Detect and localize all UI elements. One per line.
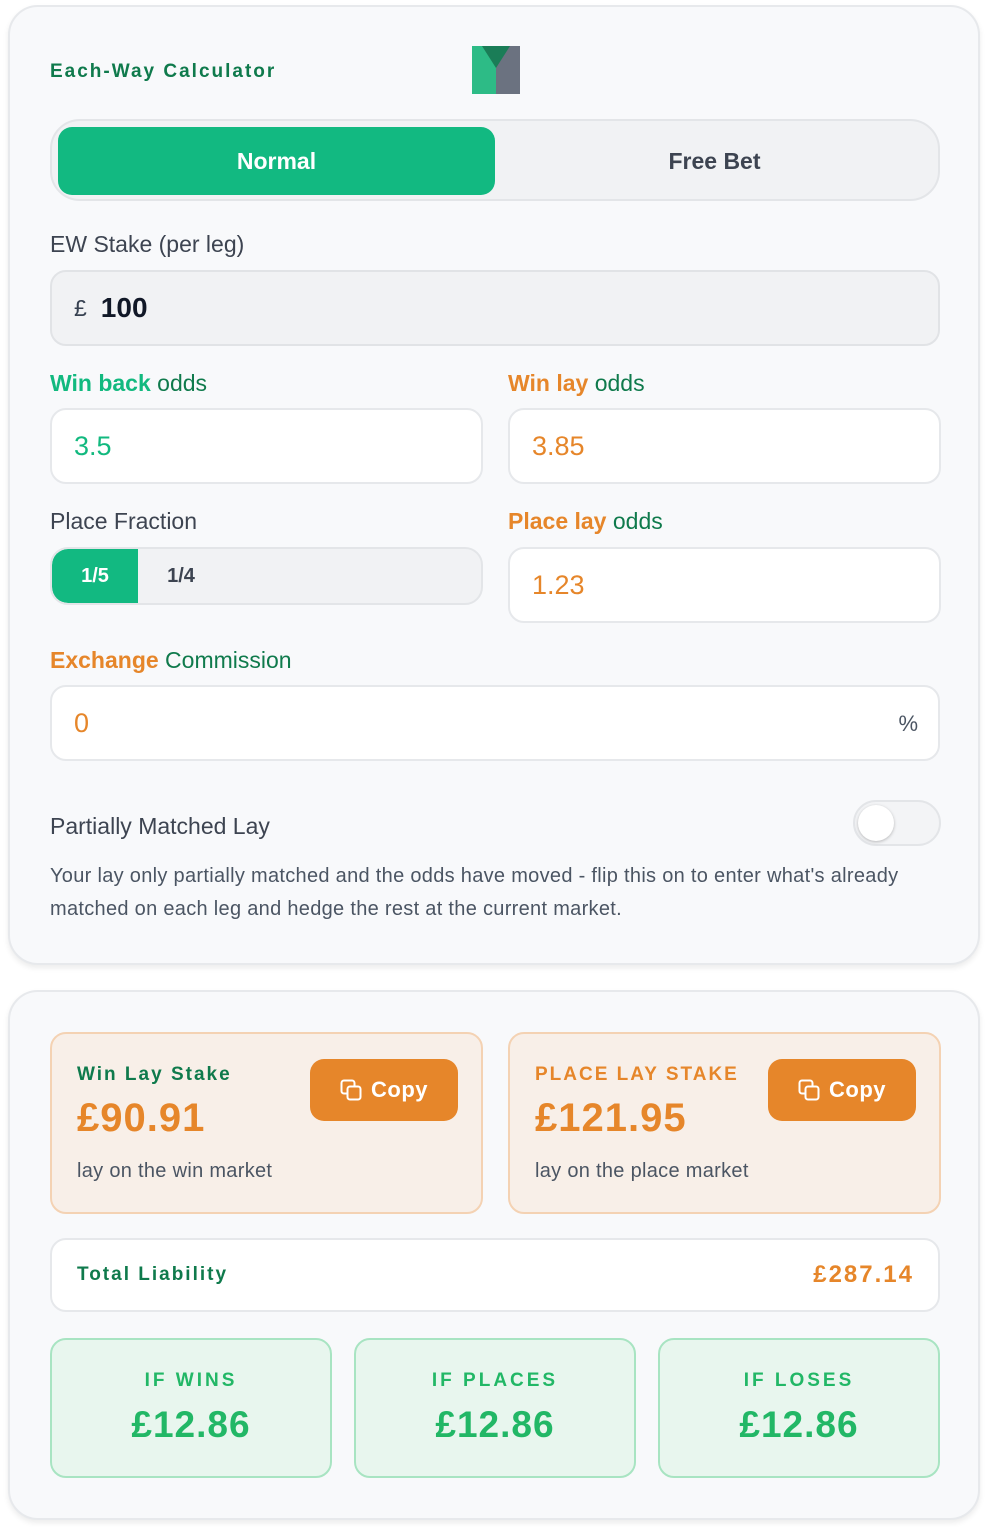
percent-unit: % — [898, 711, 918, 736]
currency-symbol: £ — [74, 294, 87, 321]
place-lay-odds-value: 1.23 — [532, 569, 585, 600]
tab-free-bet[interactable]: Free Bet — [496, 127, 933, 195]
place-lay-stake-amount: £121.95 — [535, 1096, 687, 1140]
win-lay-stake-card: Win Lay Stake £90.91 lay on the win mark… — [50, 1032, 483, 1214]
total-liability-row: Total Liability £287.14 — [50, 1238, 940, 1312]
win-lay-stake-sub: lay on the win market — [77, 1160, 273, 1182]
calculator-form-card: Each-Way Calculator Normal Free Bet EW S… — [8, 5, 980, 965]
results-card: Win Lay Stake £90.91 lay on the win mark… — [8, 990, 980, 1520]
win-back-odds-value: 3.5 — [74, 430, 112, 461]
outcome-if-wins: IF WINS £12.86 — [50, 1338, 332, 1478]
place-lay-label-a: Place lay — [508, 508, 607, 534]
tab-normal[interactable]: Normal — [58, 127, 495, 195]
place-lay-stake-sub: lay on the place market — [535, 1160, 749, 1182]
copy-win-lay-button[interactable]: Copy — [310, 1059, 458, 1121]
app-logo — [472, 46, 520, 94]
win-back-label-a: Win back — [50, 370, 151, 396]
copy-win-lay-label: Copy — [371, 1077, 428, 1102]
win-lay-stake-title: Win Lay Stake — [77, 1064, 232, 1085]
toggle-knob — [858, 805, 894, 841]
commission-label-b: Commission — [158, 647, 292, 673]
win-lay-odds-input[interactable]: 3.85 — [508, 408, 941, 484]
win-lay-label-a: Win lay — [508, 370, 589, 396]
partial-lay-description: Your lay only partially matched and the … — [50, 865, 899, 920]
copy-place-lay-label: Copy — [829, 1077, 886, 1102]
stake-label: EW Stake (per leg) — [50, 231, 245, 257]
commission-input[interactable]: 0 % — [50, 685, 940, 761]
place-lay-label-b: odds — [606, 508, 663, 534]
win-lay-label-b: odds — [588, 370, 645, 396]
win-lay-stake-amount: £90.91 — [77, 1096, 206, 1140]
partial-lay-label: Partially Matched Lay — [50, 813, 270, 839]
partial-lay-toggle[interactable] — [853, 800, 941, 846]
copy-icon — [340, 1079, 362, 1101]
outcome-label: IF LOSES — [743, 1370, 855, 1391]
outcome-label: IF PLACES — [431, 1370, 559, 1391]
win-back-label: Win back odds — [50, 370, 207, 397]
outcome-label: IF WINS — [144, 1370, 238, 1391]
commission-label-a: Exchange — [50, 647, 159, 673]
total-liability-label: Total Liability — [77, 1264, 229, 1285]
outcome-if-places: IF PLACES £12.86 — [354, 1338, 636, 1478]
copy-icon — [798, 1079, 820, 1101]
app-title: Each-Way Calculator — [50, 61, 277, 82]
fraction-option-1-4[interactable]: 1/4 — [138, 549, 224, 603]
win-lay-label: Win lay odds — [508, 370, 645, 397]
commission-value: 0 — [74, 707, 90, 738]
copy-place-lay-button[interactable]: Copy — [768, 1059, 916, 1121]
place-fraction-label: Place Fraction — [50, 508, 198, 534]
outcome-value: £12.86 — [435, 1404, 555, 1445]
stake-value: 100 — [100, 292, 148, 323]
place-lay-label: Place lay odds — [508, 508, 663, 535]
stake-input[interactable]: £ 100 — [50, 270, 940, 346]
commission-label: Exchange Commission — [50, 647, 292, 674]
place-lay-odds-input[interactable]: 1.23 — [508, 547, 941, 623]
place-fraction-selector: 1/5 1/4 — [50, 547, 483, 605]
mode-toggle: Normal Free Bet — [50, 119, 940, 201]
outcome-value: £12.86 — [131, 1404, 251, 1445]
fraction-option-1-5[interactable]: 1/5 — [52, 549, 138, 603]
win-back-label-b: odds — [150, 370, 208, 396]
place-lay-stake-title: PLACE LAY STAKE — [535, 1064, 739, 1085]
win-back-odds-input[interactable]: 3.5 — [50, 408, 483, 484]
place-lay-stake-card: PLACE LAY STAKE £121.95 lay on the place… — [508, 1032, 941, 1214]
win-lay-odds-value: 3.85 — [532, 430, 585, 461]
outcome-value: £12.86 — [739, 1404, 859, 1445]
outcome-if-loses: IF LOSES £12.86 — [658, 1338, 940, 1478]
total-liability-value: £287.14 — [813, 1261, 914, 1288]
